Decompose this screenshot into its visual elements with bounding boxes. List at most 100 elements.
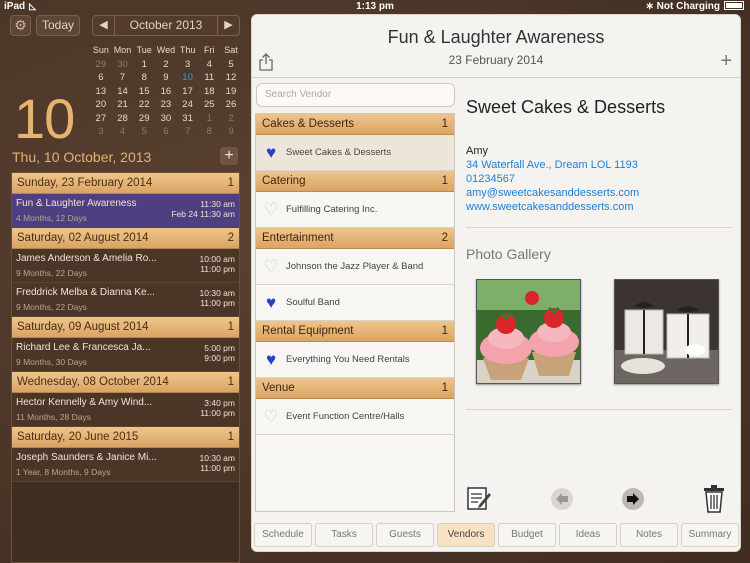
calendar-day[interactable]: 20 — [90, 98, 112, 112]
today-button[interactable]: Today — [36, 15, 80, 36]
edit-icon[interactable] — [466, 485, 492, 511]
vendor-item[interactable]: ♥ Soulful Band — [256, 285, 454, 321]
calendar-day[interactable]: 14 — [112, 85, 134, 99]
calendar-day[interactable]: 23 — [155, 98, 177, 112]
calendar-day[interactable]: 18 — [198, 85, 220, 99]
calendar-day[interactable]: 4 — [198, 58, 220, 72]
calendar-day[interactable]: 9 — [155, 71, 177, 85]
vendor-phone-link[interactable]: 01234567 — [466, 173, 515, 185]
tab-summary[interactable]: Summary — [681, 523, 739, 547]
next-month-button[interactable]: ▶ — [217, 16, 239, 35]
next-vendor-icon[interactable] — [621, 487, 645, 511]
calendar-day[interactable]: 3 — [90, 125, 112, 139]
calendar-day[interactable]: 26 — [220, 98, 242, 112]
weekday-label: Tue — [136, 45, 152, 55]
vendor-item-name: Soulful Band — [286, 297, 340, 308]
tab-notes[interactable]: Notes — [620, 523, 678, 547]
trash-icon[interactable] — [702, 485, 726, 513]
prev-month-button[interactable]: ◀ — [93, 16, 115, 35]
event-group-header: Saturday, 20 June 2015 1 — [12, 427, 239, 448]
vendor-item[interactable]: ♥ Everything You Need Rentals — [256, 342, 454, 378]
gallery-photo-cupcakes[interactable] — [476, 279, 581, 384]
vendor-search-input[interactable]: Search Vendor — [256, 83, 455, 107]
calendar-day[interactable]: 5 — [220, 58, 242, 72]
calendar-day[interactable]: 5 — [133, 125, 155, 139]
event-item[interactable]: Richard Lee & Francesca Ja... 9 Months, 3… — [12, 338, 239, 372]
calendar-day[interactable]: 11 — [198, 71, 220, 85]
gallery-photo-boxed-cakes[interactable] — [614, 279, 719, 384]
section-tab-bar: Schedule Tasks Guests Vendors Budget Ideas Not… — [254, 523, 739, 547]
tab-budget[interactable]: Budget — [498, 523, 556, 547]
settings-button[interactable]: ⚙ — [10, 15, 31, 36]
calendar-day[interactable]: 8 — [198, 125, 220, 139]
weekday-label: Sun — [92, 45, 109, 55]
calendar-day[interactable]: 22 — [133, 98, 155, 112]
vendor-contact: Amy — [466, 145, 488, 157]
calendar-day[interactable]: 10 — [177, 71, 199, 85]
calendar-day[interactable]: 29 — [90, 58, 112, 72]
calendar-day[interactable]: 2 — [220, 112, 242, 126]
share-icon[interactable] — [258, 53, 274, 71]
heart-icon[interactable]: ♥ — [256, 143, 286, 163]
tab-ideas[interactable]: Ideas — [559, 523, 617, 547]
calendar-day[interactable]: 28 — [112, 112, 134, 126]
heart-icon[interactable]: ♡ — [256, 257, 286, 277]
calendar-day[interactable]: 3 — [177, 58, 199, 72]
heart-icon[interactable]: ♡ — [256, 200, 286, 220]
calendar-day[interactable]: 21 — [112, 98, 134, 112]
calendar-day[interactable]: 27 — [90, 112, 112, 126]
calendar-day[interactable]: 6 — [90, 71, 112, 85]
event-group-header: Saturday, 02 August 2014 2 — [12, 228, 239, 249]
heart-icon[interactable]: ♥ — [256, 350, 286, 370]
calendar-day[interactable]: 9 — [220, 125, 242, 139]
calendar-day[interactable]: 7 — [177, 125, 199, 139]
calendar-day[interactable]: 6 — [155, 125, 177, 139]
event-item[interactable]: Fun & Laughter Awareness 4 Months, 12 Day… — [12, 194, 239, 228]
calendar-day[interactable]: 4 — [112, 125, 134, 139]
calendar-day[interactable]: 25 — [198, 98, 220, 112]
vendor-item[interactable]: ♡ Johnson the Jazz Player & Band — [256, 249, 454, 285]
event-item[interactable]: James Anderson & Amelia Ro... 9 Months, 2… — [12, 249, 239, 283]
calendar-day[interactable]: 13 — [90, 85, 112, 99]
calendar-day[interactable]: 15 — [133, 85, 155, 99]
heart-icon[interactable]: ♡ — [256, 407, 286, 427]
calendar-day[interactable]: 29 — [133, 112, 155, 126]
calendar-day[interactable]: 12 — [220, 71, 242, 85]
vendor-address-link[interactable]: 34 Waterfall Ave., Dream LOL 1193 — [466, 159, 638, 171]
tab-schedule[interactable]: Schedule — [254, 523, 312, 547]
add-vendor-button[interactable]: + — [720, 51, 732, 71]
tab-vendors[interactable]: Vendors — [437, 523, 495, 547]
battery-icon — [724, 1, 744, 10]
calendar-day[interactable]: 30 — [155, 112, 177, 126]
tab-tasks[interactable]: Tasks — [315, 523, 373, 547]
vendor-website-link[interactable]: www.sweetcakesanddesserts.com — [466, 201, 634, 213]
vendor-item[interactable]: ♡ Fulfilling Catering Inc. — [256, 192, 454, 228]
vendor-category-header: Catering 1 — [256, 171, 454, 192]
vendor-item[interactable]: ♡ Event Function Centre/Halls — [256, 399, 454, 435]
tab-guests[interactable]: Guests — [376, 523, 434, 547]
plus-icon: + — [224, 147, 234, 164]
calendar-day[interactable]: 30 — [112, 58, 134, 72]
event-group-count: 2 — [227, 232, 234, 244]
calendar-day[interactable]: 8 — [133, 71, 155, 85]
heart-icon[interactable]: ♥ — [256, 293, 286, 313]
calendar-day[interactable]: 1 — [198, 112, 220, 126]
event-item[interactable]: Freddrick Melba & Dianna Ke... 9 Months, … — [12, 283, 239, 317]
calendar-day[interactable]: 17 — [177, 85, 199, 99]
event-title-text: Fun & Laughter Awareness — [16, 198, 137, 209]
calendar-week: 29 30 1 2 3 4 5 — [90, 58, 242, 72]
charging-label: Not Charging — [656, 1, 720, 12]
calendar-day[interactable]: 31 — [177, 112, 199, 126]
vendor-item[interactable]: ♥ Sweet Cakes & Desserts — [256, 135, 454, 171]
calendar-day[interactable]: 7 — [112, 71, 134, 85]
calendar-day[interactable]: 1 — [133, 58, 155, 72]
add-event-button[interactable]: + — [220, 147, 238, 165]
calendar-day[interactable]: 24 — [177, 98, 199, 112]
previous-vendor-icon[interactable] — [550, 487, 574, 511]
calendar-day[interactable]: 16 — [155, 85, 177, 99]
calendar-day[interactable]: 19 — [220, 85, 242, 99]
event-item[interactable]: Joseph Saunders & Janice Mi... 1 Year, 8 … — [12, 448, 239, 482]
calendar-day[interactable]: 2 — [155, 58, 177, 72]
vendor-email-link[interactable]: amy@sweetcakesanddesserts.com — [466, 187, 639, 199]
event-item[interactable]: Hector Kennelly & Amy Wind... 11 Months, … — [12, 393, 239, 427]
